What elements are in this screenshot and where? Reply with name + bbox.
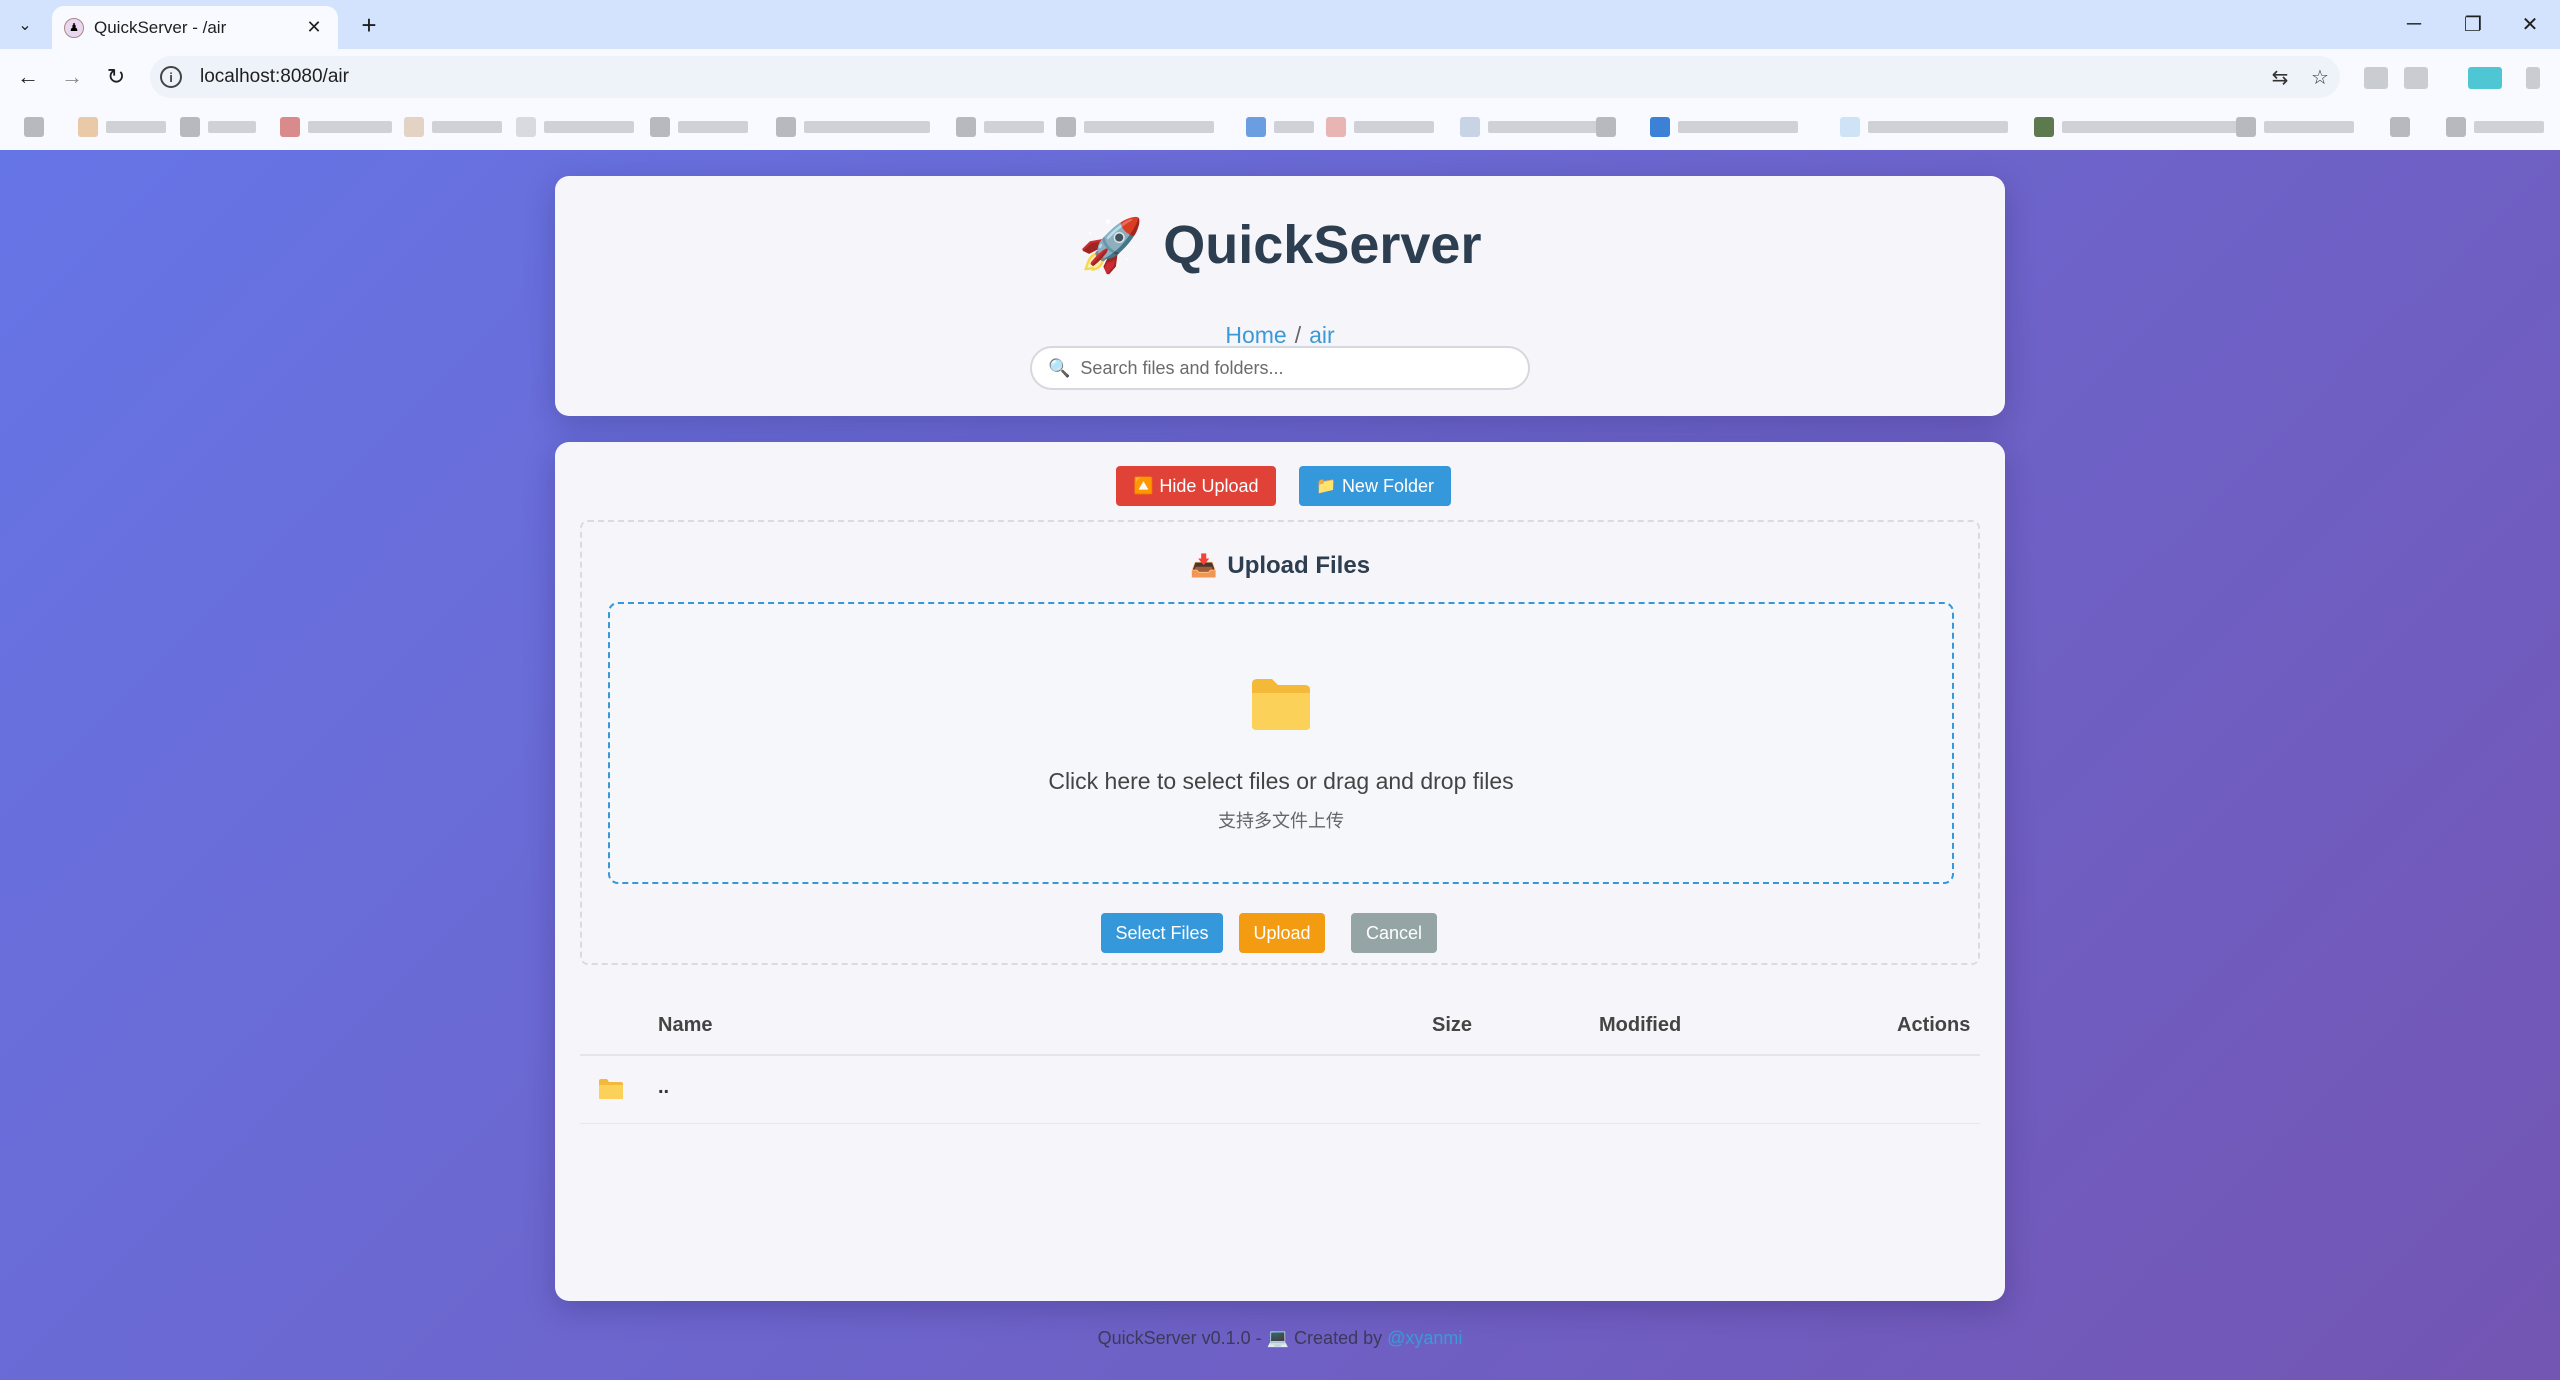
breadcrumb-separator: / (1294, 322, 1302, 348)
bookmarks-bar (0, 105, 2560, 150)
bookmark-item[interactable] (180, 114, 256, 140)
file-dropzone[interactable]: Click here to select files or drag and d… (608, 602, 1954, 884)
breadcrumb-home-link[interactable]: Home (1225, 322, 1286, 348)
bookmark-item[interactable] (1246, 114, 1314, 140)
table-header: Name Size Modified Actions (580, 994, 1980, 1056)
bookmark-item[interactable] (1460, 114, 1598, 140)
author-link[interactable]: @xyanmi (1387, 1328, 1462, 1348)
main-card: 🔼 Hide Upload 📁 New Folder 📥 Upload Files C… (555, 442, 2005, 1301)
bookmark-item[interactable] (776, 114, 930, 140)
bookmark-item[interactable] (516, 114, 634, 140)
search-box[interactable]: 🔍 (1030, 346, 1530, 390)
tab-search-chevron-icon[interactable]: ⌄ (10, 10, 40, 40)
breadcrumb-current[interactable]: air (1309, 322, 1335, 348)
address-url[interactable]: localhost:8080/air (200, 66, 2260, 88)
minimize-icon[interactable]: ─ (2386, 6, 2442, 42)
window-close-icon[interactable]: ✕ (2502, 6, 2558, 42)
table-row[interactable]: .. (580, 1056, 1980, 1124)
file-table: Name Size Modified Actions .. (580, 994, 1980, 1124)
rocket-icon: 🚀 (1078, 216, 1144, 275)
favicon-icon: ♟ (64, 17, 84, 38)
bookmark-item[interactable] (1840, 114, 2008, 140)
bookmark-item[interactable] (2390, 114, 2410, 140)
address-bar[interactable]: i localhost:8080/air ⇆ ☆ (150, 56, 2340, 98)
reload-icon[interactable]: ↻ (98, 59, 134, 95)
extension-icon[interactable] (2404, 67, 2428, 89)
column-header-name[interactable]: Name (658, 1014, 712, 1037)
browser-tab[interactable]: ♟ QuickServer - /air ✕ (52, 6, 338, 49)
hide-upload-label: Hide Upload (1159, 475, 1259, 496)
bookmark-item[interactable] (24, 114, 44, 140)
inbox-tray-icon: 📥 (1189, 553, 1218, 578)
extension-icon[interactable] (2468, 67, 2502, 89)
dropzone-text: Click here to select files or drag and d… (1048, 768, 1514, 794)
extension-icon[interactable] (2364, 67, 2388, 89)
column-header-modified[interactable]: Modified (1599, 1014, 1681, 1037)
upload-button[interactable]: Upload (1239, 913, 1325, 953)
tab-close-icon[interactable]: ✕ (302, 17, 326, 38)
header-card: 🚀 QuickServer Home / air 🔍 (555, 176, 2005, 416)
folder-icon (599, 1079, 623, 1099)
folder-icon (1252, 679, 1310, 730)
bookmark-item[interactable] (1326, 114, 1434, 140)
upload-title-text: Upload Files (1227, 552, 1371, 579)
dropzone-subtext: 支持多文件上传 (1218, 811, 1344, 832)
app-title: QuickServer (1163, 215, 1482, 275)
bookmark-item[interactable] (956, 114, 1044, 140)
back-arrow-icon[interactable]: ← (10, 59, 46, 95)
translate-icon[interactable]: ⇆ (2260, 59, 2300, 95)
restore-icon[interactable]: ❐ (2445, 6, 2501, 42)
bookmark-item[interactable] (78, 114, 166, 140)
folder-icon: 📁 (1316, 478, 1336, 495)
cancel-button[interactable]: Cancel (1351, 913, 1437, 953)
search-input[interactable] (1080, 357, 1481, 379)
breadcrumb: Home / air (555, 322, 2005, 349)
footer-text: QuickServer v0.1.0 - 💻 Created by (1097, 1328, 1383, 1348)
app-brand: 🚀 QuickServer (555, 214, 2005, 276)
forward-arrow-icon[interactable]: → (54, 59, 90, 95)
page-viewport: 🚀 QuickServer Home / air 🔍 🔼 Hide Upload 📁 N… (0, 150, 2560, 1380)
parent-directory-link[interactable]: .. (658, 1076, 669, 1099)
column-header-size[interactable]: Size (1432, 1014, 1472, 1037)
upload-section: 📥 Upload Files Click here to select files… (580, 520, 1980, 965)
page-footer: QuickServer v0.1.0 - 💻 Created by @xyanm… (0, 1328, 2560, 1349)
bookmark-item[interactable] (280, 114, 392, 140)
upload-arrow-icon: 🔼 (1133, 478, 1154, 495)
tab-title: QuickServer - /air (94, 17, 227, 37)
bookmark-item[interactable] (404, 114, 502, 140)
new-tab-icon[interactable]: + (352, 8, 386, 42)
bookmark-item[interactable] (1596, 114, 1616, 140)
browser-tabstrip: ⌄ ♟ QuickServer - /air ✕ + ─ ❐ ✕ (0, 0, 2560, 49)
upload-title: 📥 Upload Files (582, 552, 1978, 580)
column-header-actions: Actions (1897, 1014, 1971, 1036)
select-files-button[interactable]: Select Files (1101, 913, 1223, 953)
bookmark-item[interactable] (2034, 114, 2252, 140)
search-icon: 🔍 (1048, 357, 1071, 378)
bookmark-item[interactable] (1056, 114, 1214, 140)
new-folder-label: New Folder (1341, 475, 1434, 496)
hide-upload-button[interactable]: 🔼 Hide Upload (1116, 466, 1276, 506)
bookmark-star-icon[interactable]: ☆ (2300, 59, 2340, 95)
site-info-icon[interactable]: i (160, 66, 182, 88)
browser-toolbar: ← → ↻ i localhost:8080/air ⇆ ☆ (0, 49, 2560, 105)
bookmark-item[interactable] (1650, 114, 1798, 140)
bookmark-item[interactable] (2446, 114, 2544, 140)
extension-icon[interactable] (2526, 67, 2540, 89)
new-folder-button[interactable]: 📁 New Folder (1299, 466, 1451, 506)
bookmark-item[interactable] (2236, 114, 2354, 140)
bookmark-item[interactable] (650, 114, 748, 140)
